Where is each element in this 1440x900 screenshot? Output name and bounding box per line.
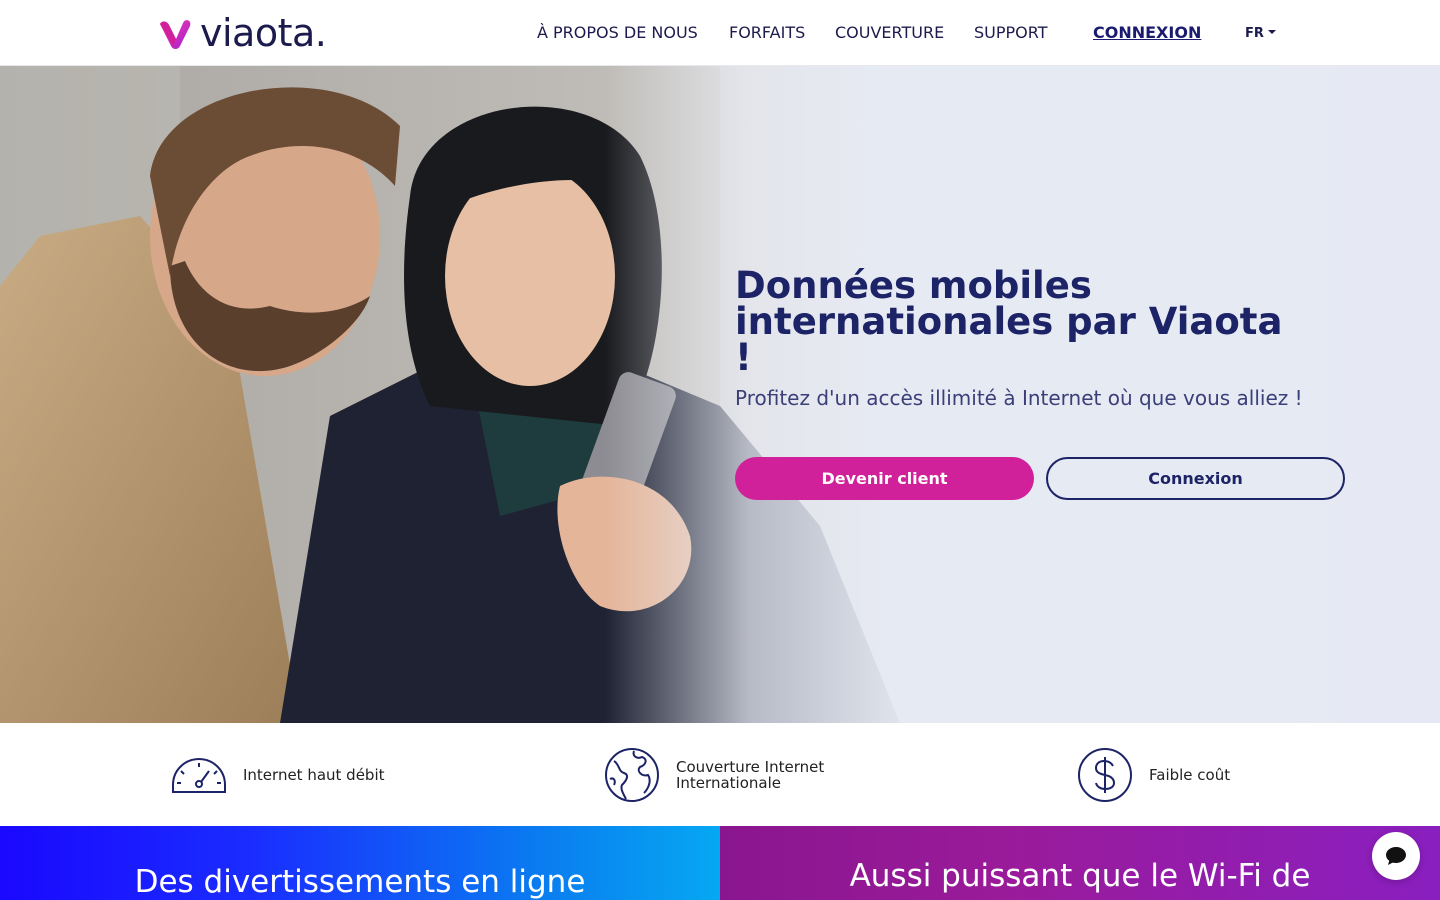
caret-down-icon — [1267, 30, 1276, 34]
feature-high-speed: Internet haut débit — [171, 723, 385, 826]
feature-label: Internet haut débit — [243, 765, 385, 784]
speedometer-icon — [172, 757, 226, 793]
feature-low-cost: Faible coût — [1077, 723, 1230, 826]
chat-widget-button[interactable] — [1372, 832, 1420, 880]
hero-section: Données mobiles internationales par Viao… — [0, 66, 1440, 723]
feature-label: Couverture Internet Internationale — [676, 757, 825, 792]
entertainment-banner: Des divertissements en ligne — [0, 826, 720, 900]
nav-about[interactable]: À PROPOS DE NOUS — [537, 23, 698, 42]
feature-coverage: Couverture Internet Internationale — [604, 723, 851, 826]
entertainment-heading: Des divertissements en ligne — [134, 864, 586, 900]
language-label: FR — [1245, 26, 1264, 41]
wifi-banner: Aussi puissant que le Wi-Fi de — [720, 826, 1440, 900]
hero-subtitle: Profitez d'un accès illimité à Internet … — [735, 386, 1303, 410]
site-header: viaota. À PROPOS DE NOUS FORFAITS COUVER… — [0, 0, 1440, 66]
hero-title: Données mobiles internationales par Viao… — [735, 264, 1283, 379]
viaota-logo[interactable]: viaota. — [156, 10, 327, 56]
viaota-logo-mark-icon — [160, 20, 191, 49]
language-selector[interactable]: FR — [1245, 26, 1276, 41]
wifi-heading: Aussi puissant que le Wi-Fi de — [849, 858, 1311, 894]
globe-icon — [605, 747, 659, 802]
nav-login[interactable]: CONNEXION — [1093, 23, 1201, 42]
hero-login-button[interactable]: Connexion — [1046, 457, 1345, 500]
nav-support[interactable]: SUPPORT — [974, 23, 1047, 42]
dollar-icon — [1078, 747, 1132, 802]
nav-plans[interactable]: FORFAITS — [729, 23, 805, 42]
become-client-button[interactable]: Devenir client — [735, 457, 1034, 500]
chat-bubble-icon — [1386, 847, 1406, 865]
feature-label: Faible coût — [1149, 765, 1231, 784]
nav-coverage[interactable]: COUVERTURE — [835, 23, 944, 42]
logo-text: viaota. — [200, 11, 327, 55]
features-bar: Internet haut débit Couverture Internet … — [0, 723, 1440, 826]
